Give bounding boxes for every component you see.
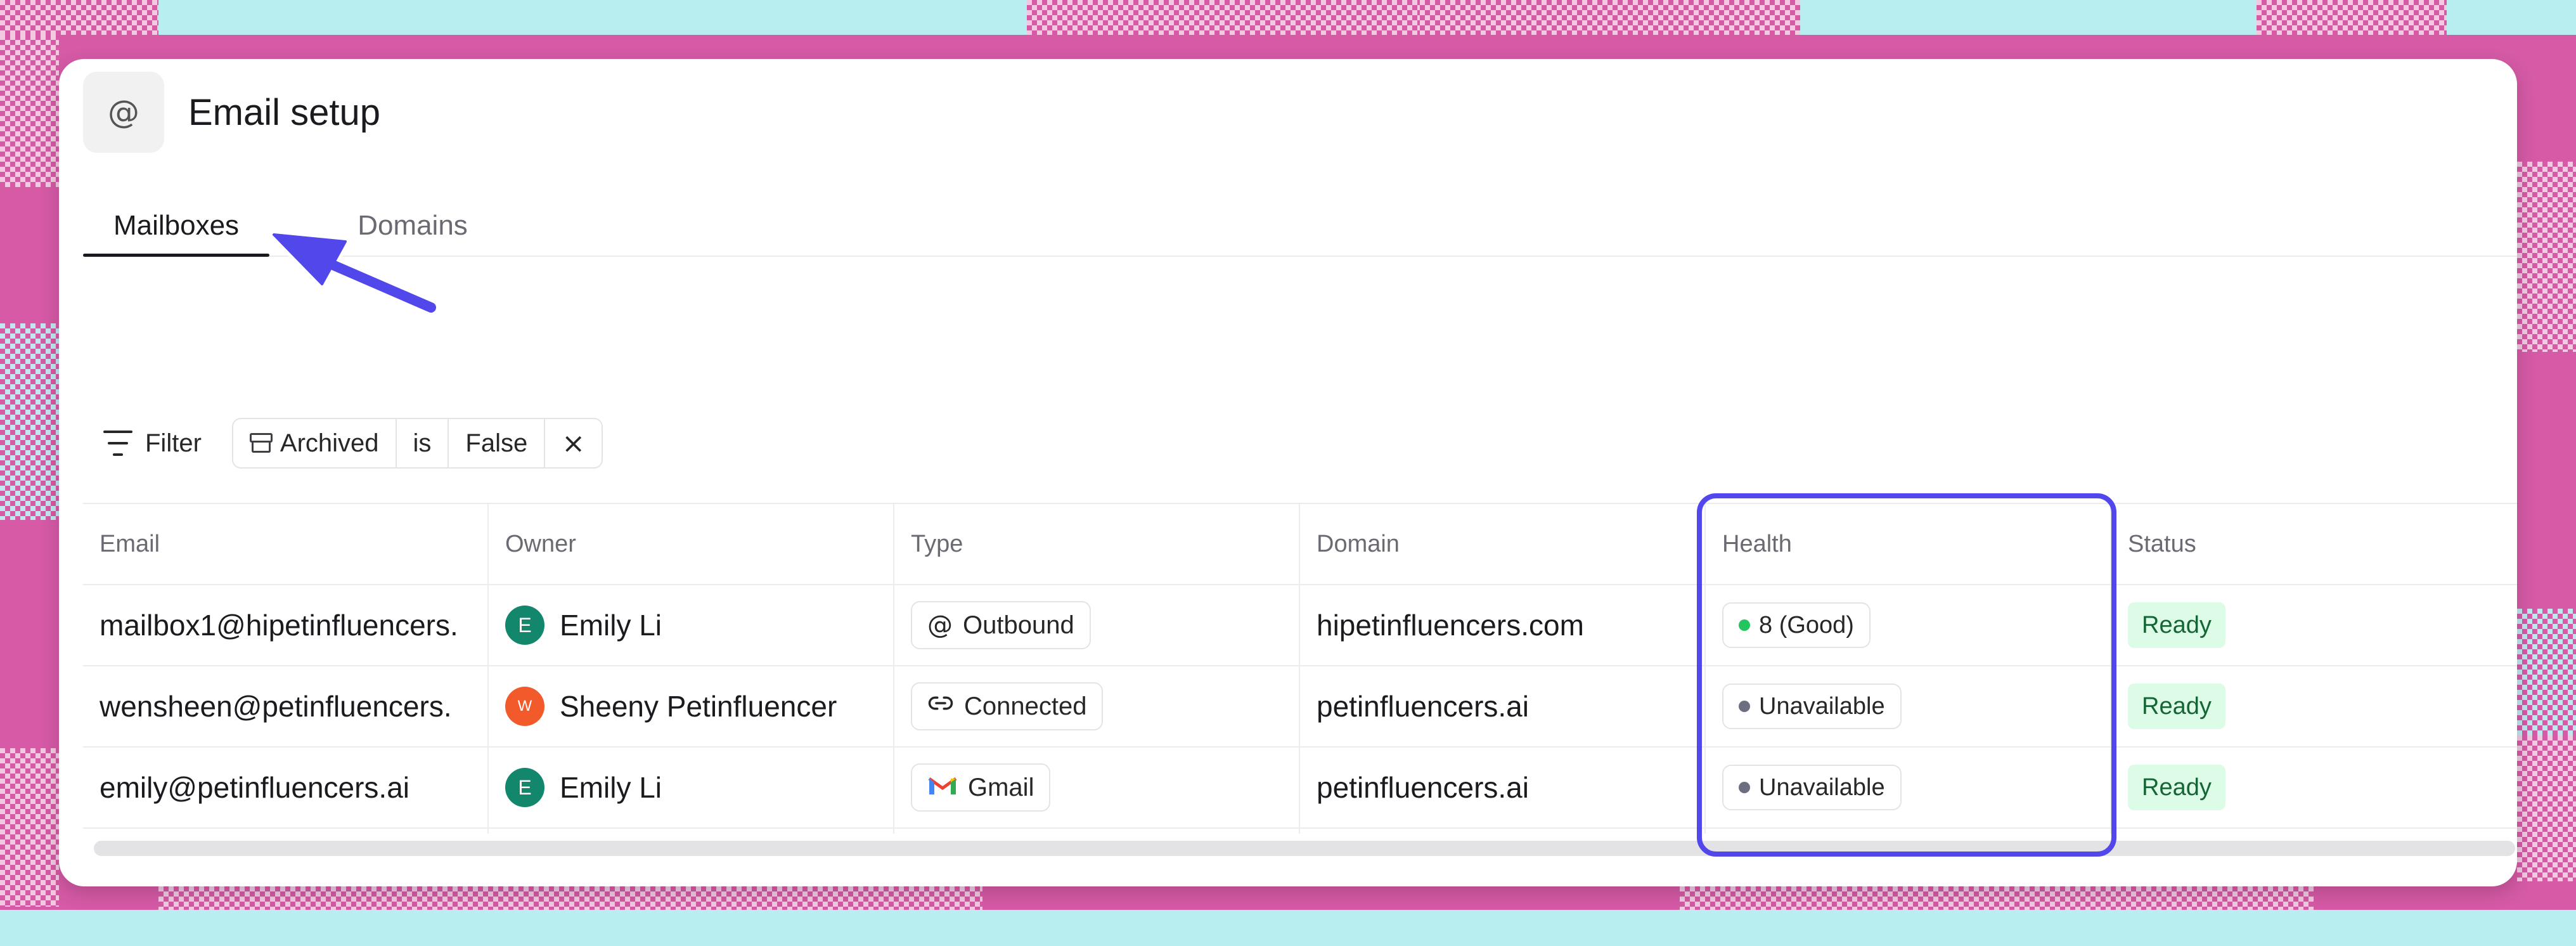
annotation-arrow	[269, 230, 440, 316]
arrow-shaft	[312, 253, 436, 313]
health-column-highlight	[1697, 493, 2116, 857]
